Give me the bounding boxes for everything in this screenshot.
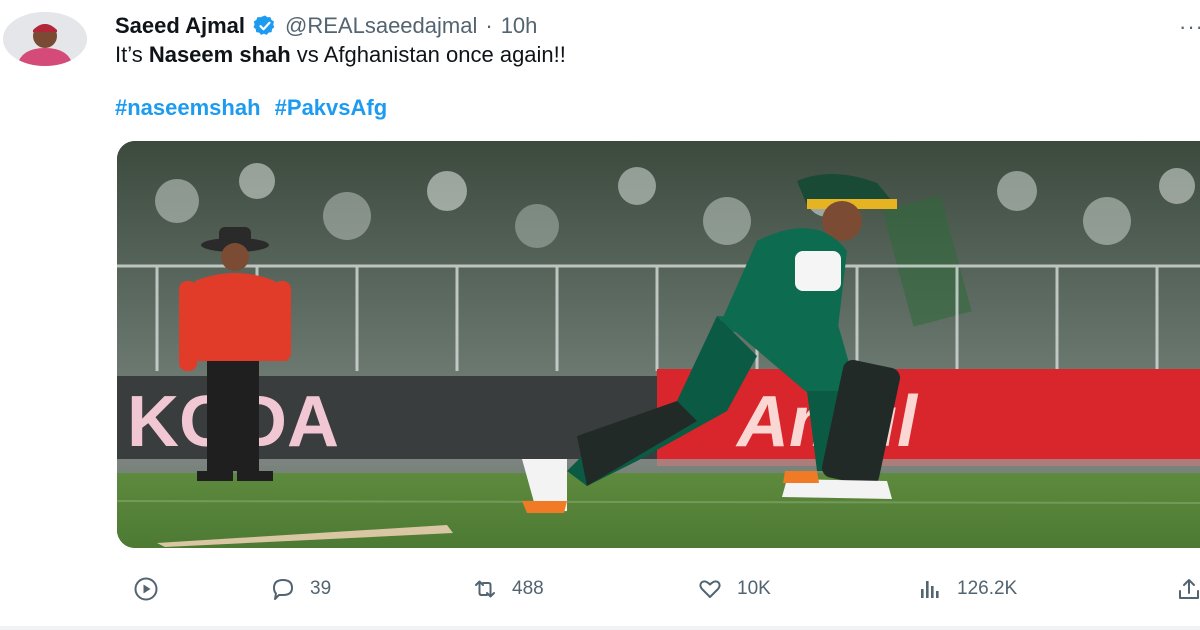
share-button[interactable] — [1176, 570, 1200, 608]
hashtag-link[interactable]: #naseemshah — [115, 95, 261, 120]
share-icon — [1179, 579, 1199, 599]
reply-count: 39 — [310, 578, 332, 599]
like-button[interactable]: 10K — [697, 570, 771, 608]
tweet-header: Saeed Ajmal @REALsaeedajmal · 10h — [115, 12, 537, 40]
tweet-timestamp[interactable]: 10h — [501, 13, 538, 39]
views-button[interactable]: 126.2K — [917, 570, 1017, 608]
retweet-icon — [475, 580, 495, 598]
view-video-icon — [134, 577, 158, 601]
author-avatar[interactable] — [3, 12, 87, 66]
view-video-button[interactable] — [133, 570, 159, 608]
tweet-media-image[interactable]: KODA Amul — [117, 141, 1200, 548]
more-icon[interactable]: ··· — [1179, 14, 1200, 40]
views-icon — [921, 581, 939, 598]
reply-icon — [273, 579, 293, 600]
retweet-count: 488 — [512, 578, 544, 599]
tweet-text-post: vs Afghanistan once again!! — [290, 42, 566, 67]
retweet-button[interactable]: 488 — [472, 570, 544, 608]
tweet-text-pre: It’s — [115, 42, 149, 67]
tweet-text: It’s Naseem shah vs Afghanistan once aga… — [115, 42, 566, 68]
views-count: 126.2K — [957, 578, 1018, 599]
like-count: 10K — [737, 578, 771, 599]
reply-button[interactable]: 39 — [270, 570, 331, 608]
author-name[interactable]: Saeed Ajmal — [115, 13, 245, 39]
hashtag-link[interactable]: #PakvsAfg — [275, 95, 388, 120]
verified-badge-icon — [253, 14, 277, 38]
action-bar: 39 488 10K 126.2K — [0, 570, 1200, 608]
header-separator: · — [485, 13, 493, 38]
author-handle[interactable]: @REALsaeedajmal — [285, 13, 477, 39]
tweet-text-bold: Naseem shah — [148, 42, 291, 67]
hashtag-list: #naseemshah #PakvsAfg — [115, 95, 395, 121]
divider — [0, 626, 1200, 630]
like-icon — [699, 580, 721, 598]
